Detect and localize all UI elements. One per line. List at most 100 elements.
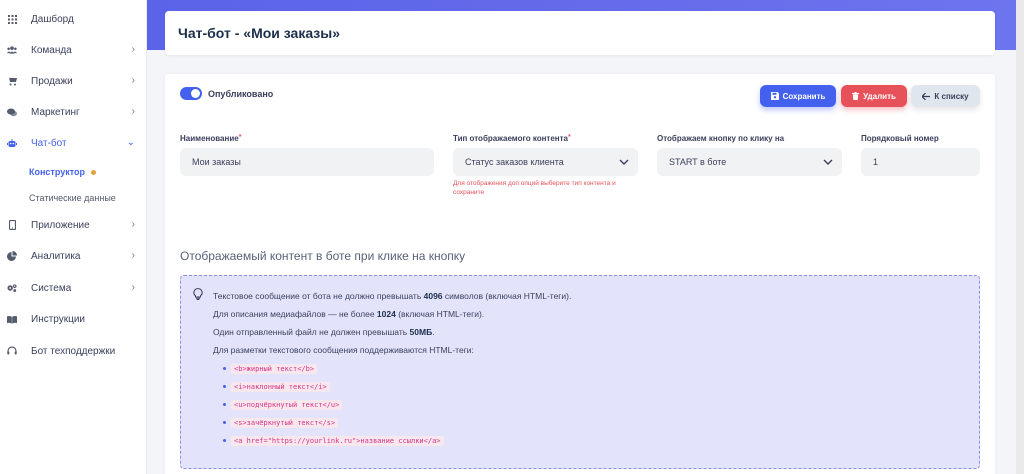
grid-icon	[7, 14, 17, 24]
info-line-file-limit: Один отправленный файл не должен превыша…	[213, 327, 435, 337]
back-button-label: К списку	[934, 91, 969, 101]
content-type-label: Тип отображаемого контента*	[453, 134, 571, 143]
info-text: Текстовое сообщение от бота не должно пр…	[213, 291, 424, 301]
sidebar-subitem-constructor[interactable]: Конструктор	[29, 167, 97, 177]
trash-icon	[852, 92, 860, 100]
button-trigger-label: Отображаем кнопку по клику на	[657, 134, 785, 143]
button-trigger-select[interactable]: START в боте	[657, 148, 842, 176]
sidebar-item-team[interactable]: Команда ›	[0, 39, 147, 61]
published-toggle[interactable]	[180, 87, 202, 100]
list-bullet	[223, 385, 226, 388]
code-example-underline: <u>подчёркнутый текст</u>	[223, 400, 343, 410]
list-bullet	[223, 439, 226, 442]
chevron-down-icon	[823, 159, 833, 165]
chevron-right-icon: ›	[131, 219, 135, 230]
code-snippet: <i>наклонный текст</i>	[231, 382, 330, 392]
order-number-label: Порядковый номер	[861, 134, 939, 143]
code-example-italic: <i>наклонный текст</i>	[223, 382, 330, 392]
button-trigger-select-value: START в боте	[669, 157, 727, 167]
sidebar: Дашборд Команда › Продажи › Маркетинг › …	[0, 0, 147, 474]
back-to-list-button[interactable]: К списку	[911, 85, 980, 107]
required-mark: *	[238, 134, 242, 141]
list-bullet	[223, 367, 226, 370]
code-snippet: <s>зачёркнутый текст</s>	[231, 418, 339, 428]
delete-button[interactable]: Удалить	[841, 85, 907, 107]
sidebar-item-system[interactable]: Система ›	[0, 277, 147, 299]
page-title: Чат-бот - «Мои заказы»	[178, 25, 341, 41]
editor-card: Опубликовано Сохранить Удалить К списку …	[165, 74, 995, 474]
gears-icon	[7, 283, 17, 293]
sidebar-item-app[interactable]: Приложение ›	[0, 214, 147, 236]
sidebar-subitem-label: Статические данные	[29, 193, 116, 203]
code-example-bold: <b>жирный текст</b>	[223, 364, 318, 374]
list-bullet	[223, 421, 226, 424]
sidebar-item-label: Приложение	[31, 219, 90, 231]
info-number: 50МБ	[409, 327, 433, 337]
toggle-knob	[191, 89, 200, 98]
sidebar-item-dashboard[interactable]: Дашборд	[0, 8, 147, 30]
sidebar-subitem-static-data[interactable]: Статические данные	[29, 193, 116, 203]
pie-chart-icon	[7, 251, 17, 261]
sidebar-item-analytics[interactable]: Аналитика ›	[0, 245, 147, 267]
content-type-label-text: Тип отображаемого контента	[453, 134, 568, 143]
chat-icon	[7, 107, 17, 117]
list-bullet	[223, 403, 226, 406]
required-mark: *	[568, 134, 571, 141]
chevron-down-icon	[619, 159, 629, 165]
users-icon	[7, 45, 17, 55]
sidebar-item-label: Дашборд	[31, 13, 74, 25]
info-text: Для описания медиафайлов — не более	[213, 309, 377, 319]
code-snippet: <a href="https://yourlink.ru">название с…	[231, 436, 444, 446]
page-header: Чат-бот - «Мои заказы»	[165, 11, 995, 55]
sidebar-item-label: Аналитика	[31, 250, 81, 262]
lightbulb-icon	[193, 288, 203, 300]
sidebar-item-instructions[interactable]: Инструкции	[0, 308, 147, 330]
content-type-select[interactable]: Статус заказов клиента	[453, 148, 638, 176]
info-text: символов (включая HTML-теги).	[442, 291, 572, 301]
sidebar-item-label: Инструкции	[31, 313, 86, 325]
content-type-select-value: Статус заказов клиента	[465, 157, 564, 167]
headset-icon	[7, 346, 17, 356]
code-example-link: <a href="https://yourlink.ru">название с…	[223, 436, 444, 446]
content-type-hint: Для отображения доп опций выберите тип к…	[453, 180, 616, 196]
chevron-right-icon: ›	[131, 106, 135, 117]
chevron-right-icon: ›	[131, 282, 135, 293]
name-label-text: Наименование	[180, 134, 239, 143]
sidebar-item-support-bot[interactable]: Бот техподдержки	[0, 340, 147, 362]
sidebar-item-sales[interactable]: Продажи ›	[0, 70, 147, 92]
sidebar-item-marketing[interactable]: Маркетинг ›	[0, 101, 147, 123]
page-scrollbar[interactable]	[1016, 0, 1024, 474]
save-button[interactable]: Сохранить	[760, 85, 836, 107]
info-number: 4096	[423, 291, 443, 301]
book-icon	[7, 314, 17, 324]
info-line-media-limit: Для описания медиафайлов — не более 1024…	[213, 309, 484, 319]
sidebar-item-label: Маркетинг	[31, 106, 80, 118]
sidebar-item-label: Система	[31, 282, 72, 294]
chevron-down-icon: ⌄	[126, 137, 135, 148]
published-label: Опубликовано	[208, 89, 274, 99]
name-label: Наименование*	[180, 134, 241, 143]
sidebar-subitem-label: Конструктор	[29, 167, 86, 177]
info-text: Один отправленный файл не должен превыша…	[213, 327, 410, 337]
order-number-input[interactable]: 1	[861, 148, 980, 176]
sidebar-item-label: Продажи	[31, 75, 73, 87]
active-dot-icon	[91, 170, 97, 176]
code-example-strike: <s>зачёркнутый текст</s>	[223, 418, 339, 428]
save-button-label: Сохранить	[782, 91, 826, 101]
code-snippet: <b>жирный текст</b>	[231, 364, 318, 374]
code-snippet: <u>подчёркнутый текст</u>	[231, 400, 343, 410]
phone-icon	[7, 220, 17, 230]
cart-icon	[7, 76, 17, 86]
arrow-left-icon	[922, 92, 931, 100]
sidebar-item-label: Команда	[31, 44, 72, 56]
order-number-value: 1	[873, 157, 879, 167]
chevron-right-icon: ›	[131, 75, 135, 86]
sidebar-item-chatbot[interactable]: Чат-бот ⌄	[0, 132, 147, 154]
chevron-right-icon: ›	[131, 44, 135, 55]
info-line-text-limit: Текстовое сообщение от бота не должно пр…	[213, 291, 571, 301]
name-input[interactable]: Мои заказы	[180, 148, 434, 176]
delete-button-label: Удалить	[863, 91, 896, 101]
floppy-icon	[770, 92, 779, 100]
sidebar-item-label: Чат-бот	[31, 137, 67, 149]
info-line-html-tags: Для разметки текстового сообщения поддер…	[213, 345, 474, 355]
